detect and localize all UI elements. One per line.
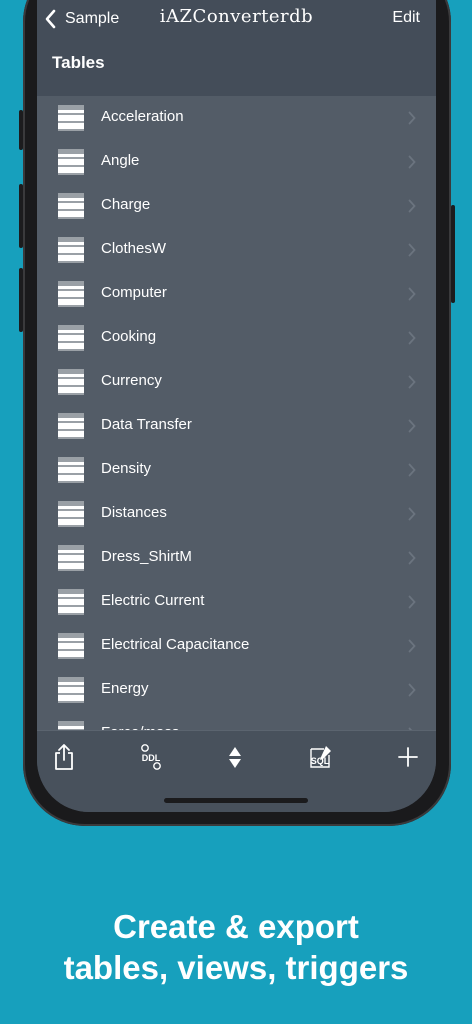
marketing-caption: Create & export tables, views, triggers	[0, 906, 472, 988]
sort-icon	[229, 747, 241, 768]
chevron-right-icon	[408, 287, 416, 301]
table-row[interactable]: Data Transfer	[37, 404, 436, 448]
table-row-label: Distances	[101, 504, 167, 521]
table-row[interactable]: Density	[37, 448, 436, 492]
table-icon	[58, 633, 84, 659]
table-icon	[58, 369, 84, 395]
table-row-label: Density	[101, 460, 152, 477]
table-row-label: Currency	[101, 372, 162, 389]
table-row[interactable]: Acceleration	[37, 96, 436, 140]
chevron-right-icon	[408, 111, 416, 125]
caption-line-2: tables, views, triggers	[63, 949, 409, 986]
section-title: Tables	[52, 53, 105, 72]
add-button[interactable]	[398, 743, 418, 771]
table-row-label: Angle	[101, 152, 140, 169]
chevron-right-icon	[408, 463, 416, 477]
table-row-label: Data Transfer	[101, 416, 192, 433]
chevron-right-icon	[408, 595, 416, 609]
table-row[interactable]: Electrical Capacitance	[37, 624, 436, 668]
table-row-label: Energy	[101, 680, 149, 697]
chevron-right-icon	[408, 375, 416, 389]
ddl-button[interactable]: DDL	[139, 743, 163, 771]
home-indicator[interactable]	[164, 798, 308, 803]
sql-button[interactable]: SQL	[308, 743, 334, 771]
table-row-label: Dress_ShirtM	[101, 548, 192, 565]
table-row-label: Cooking	[101, 328, 157, 345]
table-icon	[58, 149, 84, 175]
table-row[interactable]: Distances	[37, 492, 436, 536]
table-icon	[58, 193, 84, 219]
sql-label: SQL	[311, 756, 330, 766]
table-row-label: Computer	[101, 284, 167, 301]
table-icon	[58, 237, 84, 263]
table-icon	[58, 501, 84, 527]
table-icon	[58, 325, 84, 351]
table-row[interactable]: ClothesW	[37, 228, 436, 272]
table-row[interactable]: Angle	[37, 140, 436, 184]
table-icon	[58, 413, 84, 439]
table-icon	[58, 457, 84, 483]
navigation-bar: Sample iAZConverterdb Edit Tables	[37, 0, 436, 96]
chevron-right-icon	[408, 331, 416, 345]
caption-line-1: Create & export	[113, 908, 359, 945]
sql-icon: SQL	[310, 746, 331, 768]
table-row[interactable]: Cooking	[37, 316, 436, 360]
table-row-label: Charge	[101, 196, 151, 213]
chevron-right-icon	[408, 155, 416, 169]
table-icon	[58, 105, 84, 131]
table-icon	[58, 545, 84, 571]
table-row-label: ClothesW	[101, 240, 167, 257]
chevron-right-icon	[408, 199, 416, 213]
table-row-label: Acceleration	[101, 108, 184, 125]
table-row-label: Electrical Capacitance	[101, 636, 250, 653]
ddl-icon: DDL	[141, 744, 161, 770]
table-row[interactable]: Charge	[37, 184, 436, 228]
chevron-left-icon	[45, 9, 56, 29]
table-icon	[58, 589, 84, 615]
back-button[interactable]: Sample	[43, 6, 119, 32]
edit-button[interactable]: Edit	[392, 9, 420, 27]
table-icon	[58, 721, 84, 730]
ddl-label: DDL	[142, 753, 161, 763]
share-button[interactable]	[53, 743, 75, 771]
table-row[interactable]: Currency	[37, 360, 436, 404]
table-row-label: Electric Current	[101, 592, 205, 609]
chevron-right-icon	[408, 507, 416, 521]
table-row[interactable]: Force/mass	[37, 712, 436, 730]
table-row[interactable]: Dress_ShirtM	[37, 536, 436, 580]
chevron-right-icon	[408, 243, 416, 257]
plus-icon	[398, 747, 418, 767]
share-icon	[55, 744, 73, 770]
chevron-right-icon	[408, 639, 416, 653]
tables-list[interactable]: Acceleration Angle Charge ClothesW Computer C…	[37, 96, 436, 730]
app-screen: Sample iAZConverterdb Edit Tables Accele…	[37, 0, 436, 812]
phone-power-button	[451, 205, 455, 303]
chevron-right-icon	[408, 551, 416, 565]
table-icon	[58, 281, 84, 307]
table-row[interactable]: Energy	[37, 668, 436, 712]
back-button-label: Sample	[65, 10, 120, 27]
chevron-right-icon	[408, 683, 416, 697]
table-icon	[58, 677, 84, 703]
chevron-right-icon	[408, 419, 416, 433]
table-row[interactable]: Computer	[37, 272, 436, 316]
table-row[interactable]: Electric Current	[37, 580, 436, 624]
sort-button[interactable]	[228, 743, 242, 771]
